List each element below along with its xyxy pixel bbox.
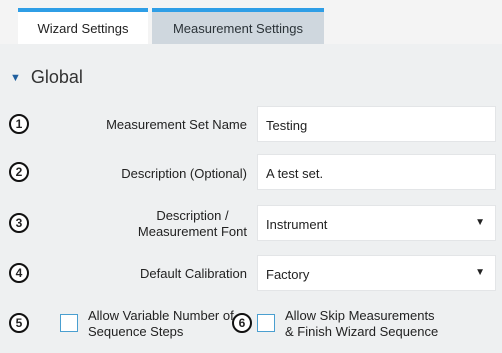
allow-variable-steps-label-line1: Allow Variable Number of	[88, 308, 234, 323]
global-section-header[interactable]: ▼ Global	[10, 67, 83, 88]
tab-measurement-settings[interactable]: Measurement Settings	[152, 8, 324, 44]
description-label: Description (Optional)	[121, 166, 247, 181]
allow-variable-steps-label[interactable]: Allow Variable Number of Sequence Steps	[88, 308, 234, 340]
description-input[interactable]: A test set.	[257, 154, 496, 190]
allow-skip-measurements-checkbox[interactable]	[257, 314, 275, 332]
default-calibration-value: Factory	[266, 267, 310, 282]
collapse-triangle-icon[interactable]: ▼	[10, 72, 21, 84]
callout-badge-4: 4	[9, 263, 29, 283]
allow-variable-steps-label-line2: Sequence Steps	[88, 324, 184, 339]
dropdown-arrow-icon: ▼	[475, 267, 485, 278]
dropdown-arrow-icon: ▼	[475, 217, 485, 228]
allow-skip-measurements-label[interactable]: Allow Skip Measurements & Finish Wizard …	[285, 308, 438, 340]
allow-variable-steps-checkbox[interactable]	[60, 314, 78, 332]
tab-wizard-settings[interactable]: Wizard Settings	[18, 8, 148, 44]
default-calibration-dropdown[interactable]: Factory ▼	[257, 255, 496, 291]
measurement-font-dropdown[interactable]: Instrument ▼	[257, 205, 496, 241]
measurement-font-label-line2: Measurement Font	[137, 224, 247, 239]
measurement-set-name-input[interactable]: Testing	[257, 106, 496, 142]
callout-badge-6: 6	[232, 313, 252, 333]
callout-badge-3: 3	[9, 213, 29, 233]
allow-skip-measurements-label-line2: & Finish Wizard Sequence	[285, 324, 439, 339]
section-title: Global	[30, 67, 83, 87]
callout-badge-2: 2	[9, 162, 29, 182]
measurement-set-name-label: Measurement Set Name	[106, 117, 247, 132]
tab-bar: Wizard Settings Measurement Settings	[18, 8, 324, 44]
description-value: A test set.	[266, 166, 324, 181]
default-calibration-label: Default Calibration	[140, 266, 247, 281]
callout-badge-5: 5	[9, 313, 29, 333]
allow-skip-measurements-label-line1: Allow Skip Measurements	[285, 308, 435, 323]
settings-panel: ▼ Global 1 Measurement Set Name Testing …	[0, 44, 502, 353]
measurement-font-value: Instrument	[266, 217, 328, 232]
measurement-font-label: Description / Measurement Font	[138, 208, 247, 240]
measurement-set-name-value: Testing	[266, 118, 308, 133]
measurement-font-label-line1: Description /	[156, 208, 229, 223]
callout-badge-1: 1	[9, 114, 29, 134]
